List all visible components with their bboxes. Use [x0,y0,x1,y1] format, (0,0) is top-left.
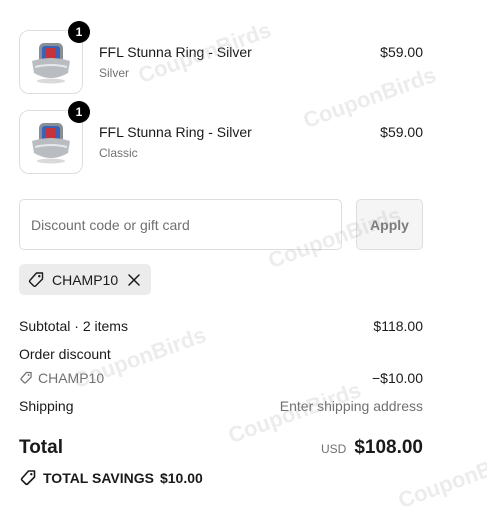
total-savings: TOTAL SAVINGS $10.00 [19,469,203,487]
apply-button[interactable]: Apply [356,199,423,250]
discount-value: −$10.00 [372,370,423,386]
product-title: FFL Stunna Ring - Silver [99,124,252,140]
order-discount-row: Order discount [19,346,423,362]
close-icon [128,273,140,286]
shipping-label: Shipping [19,398,74,414]
quantity-badge: 1 [68,101,90,123]
remove-discount-button[interactable] [127,273,141,287]
tag-icon [28,271,44,287]
discount-code-label: CHAMP10 [38,370,105,386]
subtotal-label: Subtotal · 2 items [19,318,128,334]
subtotal-row: Subtotal · 2 items $118.00 [19,318,423,334]
ring-image-icon [32,123,70,164]
discount-code-input[interactable] [19,199,342,250]
tag-icon [20,470,36,486]
applied-discount-code: CHAMP10 [52,271,119,288]
tag-icon [20,371,32,384]
product-variant: Classic [99,146,138,160]
savings-value: $10.00 [159,470,203,486]
applied-discount-tag: CHAMP10 [19,264,152,295]
total-value: $108.00 [354,437,423,458]
total-label: Total [19,437,63,458]
product-price: $59.00 [380,124,423,140]
ring-image-icon [32,43,70,84]
total-amount: USD $108.00 [321,437,423,459]
product-title: FFL Stunna Ring - Silver [99,44,252,60]
order-discount-label: Order discount [19,346,111,362]
line-item: 1 FFL Stunna Ring - Silver Silver $59.00 [19,21,423,94]
shipping-value: Enter shipping address [279,398,423,414]
discount-code-line: CHAMP10 [19,370,423,386]
discount-code-row: CHAMP10 −$10.00 [19,370,423,386]
subtotal-value: $118.00 [373,318,423,334]
savings-label: TOTAL SAVINGS [43,470,154,486]
shipping-row: Shipping Enter shipping address [19,398,423,414]
line-item: 1 FFL Stunna Ring - Silver Classic $59.0… [19,101,423,174]
currency-code: USD [320,442,347,456]
product-variant: Silver [99,66,130,80]
quantity-badge: 1 [68,21,90,43]
product-price: $59.00 [380,44,423,60]
